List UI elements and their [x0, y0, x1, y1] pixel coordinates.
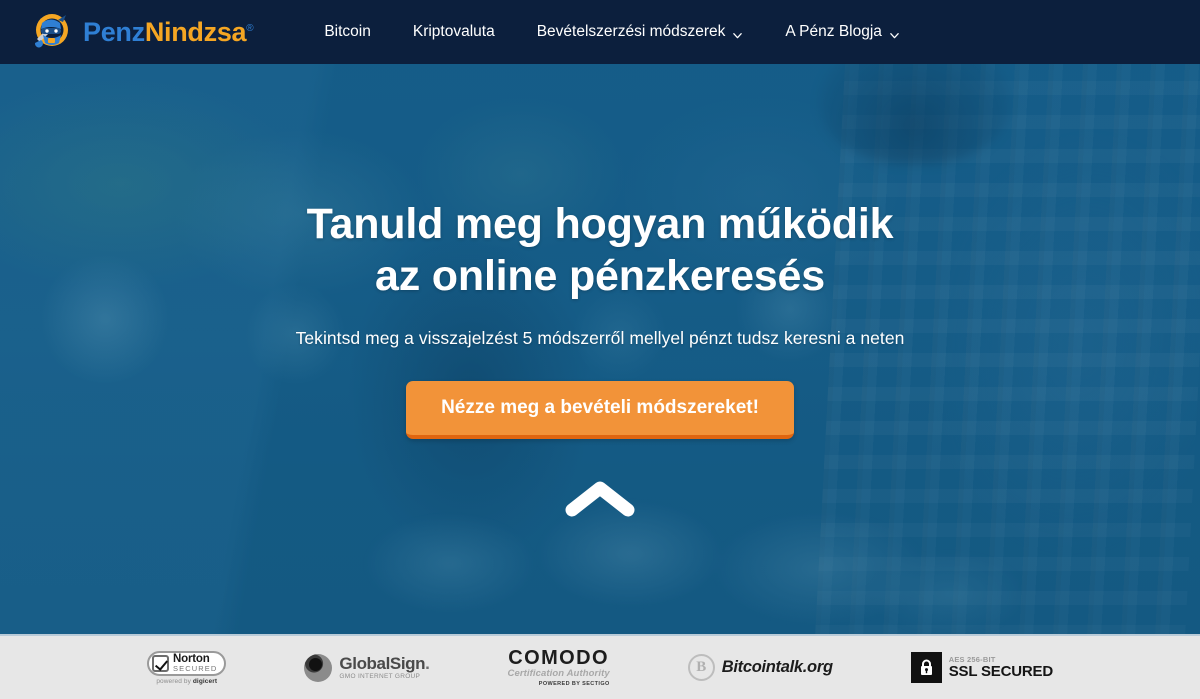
nav-item-label: A Pénz Blogja: [785, 23, 882, 40]
hero-subtitle: Tekintsd meg a visszajelzést 5 módszerrő…: [295, 328, 905, 349]
hero-title-line-2: az online pénzkeresés: [375, 252, 825, 301]
hero-content: Tanuld meg hogyan működik az online pénz…: [0, 64, 1200, 634]
logo-registered-mark: ®: [246, 22, 254, 34]
main-navigation: Bitcoin Kriptovaluta Bevételszerzési mód…: [303, 15, 921, 49]
logo-wordmark: PenzNindzsa®: [83, 16, 254, 47]
hero-cta-button[interactable]: Nézze meg a bevételi módszereket!: [406, 381, 794, 440]
ssl-secured-badge: AES 256-BIT SSL SECURED: [910, 652, 1053, 683]
hero-title-line-1: Tanuld meg hogyan működik: [306, 200, 894, 248]
nav-item-label: Bevételszerzési módszerek: [536, 23, 726, 40]
comodo-subtitle: Certification Authority: [507, 667, 610, 679]
globalsign-name: GlobalSign.: [339, 655, 429, 672]
norton-secured-badge: Norton SECURED powered by digicert: [147, 650, 227, 685]
ssl-wordmark: AES 256-BIT SSL SECURED: [948, 655, 1053, 680]
trust-badges-strip: Norton SECURED powered by digicert Globa…: [0, 634, 1200, 699]
globalsign-badge: GlobalSign. GMO INTERNET GROUP: [304, 653, 430, 682]
chevron-down-icon: [889, 28, 900, 39]
site-header: PenzNindzsa® Bitcoin Kriptovaluta Bevéte…: [0, 0, 1200, 64]
site-logo[interactable]: PenzNindzsa®: [28, 9, 254, 55]
chevron-down-icon: [732, 28, 743, 39]
norton-pill: Norton SECURED: [147, 650, 227, 676]
norton-powered-by: powered by digicert: [156, 678, 217, 685]
checkmark-icon: [152, 654, 170, 672]
hero-section: Tanuld meg hogyan működik az online pénz…: [0, 64, 1200, 634]
nav-item-bevetelszerzesi-modszerek[interactable]: Bevételszerzési módszerek: [516, 15, 765, 49]
ssl-main-label: SSL SECURED: [948, 662, 1053, 680]
globalsign-subtitle: GMO INTERNET GROUP: [339, 672, 421, 680]
norton-secured-label: SECURED: [173, 664, 218, 673]
norton-powered-prefix: powered by: [156, 677, 193, 685]
nav-item-a-penz-blogja[interactable]: A Pénz Blogja: [764, 15, 921, 49]
nav-item-label: Bitcoin: [324, 23, 371, 40]
page-root: PenzNindzsa® Bitcoin Kriptovaluta Bevéte…: [0, 0, 1200, 699]
logo-text-accent: Nindzsa: [144, 16, 247, 47]
nav-item-kriptovaluta[interactable]: Kriptovaluta: [392, 15, 516, 49]
ninja-mascot-icon: [28, 9, 74, 55]
globalsign-orb-icon: [304, 653, 333, 682]
logo-text-primary: Penz: [83, 16, 145, 47]
chevron-up-icon[interactable]: [562, 475, 638, 521]
norton-wordmark: Norton SECURED: [173, 653, 218, 673]
comodo-name: COMODO: [508, 646, 609, 669]
norton-powered-brand: digicert: [192, 677, 218, 685]
bitcointalk-name: Bitcointalk.org: [721, 658, 833, 676]
comodo-powered-by: POWERED BY SECTIGO: [538, 681, 610, 688]
comodo-badge: COMODO Certification Authority POWERED B…: [507, 648, 609, 688]
globalsign-wordmark: GlobalSign. GMO INTERNET GROUP: [339, 655, 429, 681]
nav-item-label: Kriptovaluta: [412, 23, 495, 40]
bitcointalk-badge: B Bitcointalk.org: [687, 654, 833, 681]
globalsign-name-text: GlobalSign: [339, 653, 426, 673]
globalsign-name-dot: .: [425, 653, 430, 673]
nav-item-bitcoin[interactable]: Bitcoin: [303, 15, 392, 49]
padlock-icon: [910, 652, 942, 683]
hero-title: Tanuld meg hogyan működik az online pénz…: [307, 198, 894, 302]
bitcoin-icon: B: [687, 654, 715, 681]
